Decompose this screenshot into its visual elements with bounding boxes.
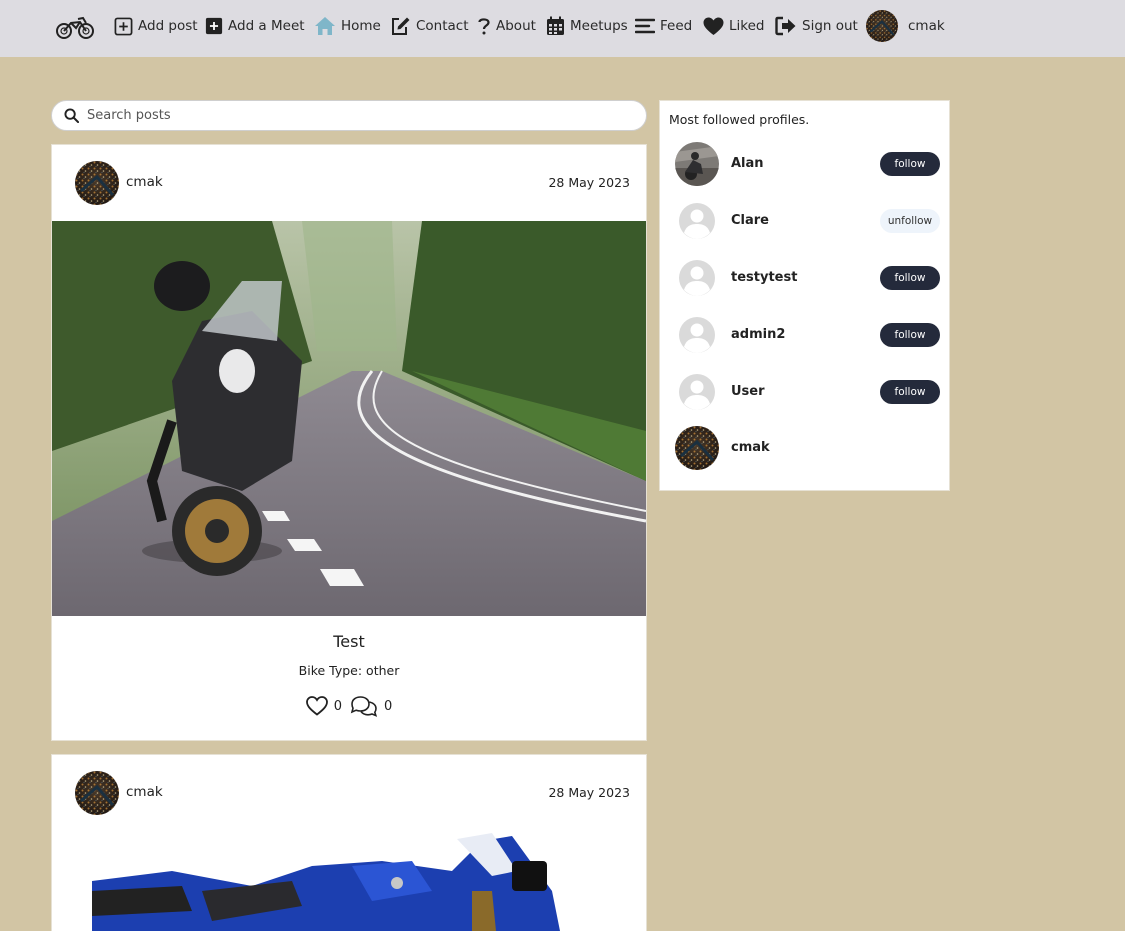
nav-home[interactable]: Home	[314, 0, 381, 52]
most-followed-sidebar: Most followed profiles. Alan follow Clar…	[659, 100, 950, 491]
nav-sign-out-label: Sign out	[802, 18, 858, 34]
profile-row: User follow	[660, 370, 949, 416]
post-author[interactable]: cmak	[126, 784, 163, 800]
post-title: Test	[333, 632, 365, 651]
profile-name[interactable]: Alan	[731, 156, 764, 171]
sidebar-title: Most followed profiles.	[669, 112, 810, 127]
navbar: Add post Add a Meet Home Contact About M…	[0, 0, 1125, 57]
plus-square-filled-icon	[205, 17, 223, 35]
search-icon	[64, 108, 79, 123]
profile-row: admin2 follow	[660, 313, 949, 359]
nav-contact-label: Contact	[416, 18, 469, 34]
comments-icon[interactable]	[350, 695, 378, 717]
follow-button[interactable]: follow	[880, 152, 940, 176]
home-icon	[315, 17, 335, 35]
nav-home-label: Home	[341, 18, 381, 34]
profile-row: Alan follow	[660, 142, 949, 188]
follow-button[interactable]: follow	[880, 323, 940, 347]
nav-add-post-label: Add post	[138, 18, 198, 34]
avatar[interactable]	[675, 426, 719, 470]
unfollow-button[interactable]: unfollow	[880, 209, 940, 233]
nav-contact[interactable]: Contact	[390, 0, 469, 52]
profile-row: Clare unfollow	[660, 199, 949, 245]
avatar[interactable]	[675, 370, 719, 414]
post-card: cmak 28 May 2023	[51, 144, 647, 741]
avatar[interactable]	[75, 771, 119, 815]
post-bike-type: Bike Type: other	[298, 663, 400, 678]
avatar	[866, 10, 898, 42]
feed-lines-icon	[635, 18, 655, 34]
post-header: cmak 28 May 2023	[52, 755, 646, 831]
post-card: cmak 28 May 2023	[51, 754, 647, 931]
search-input[interactable]	[87, 108, 646, 123]
avatar[interactable]	[675, 313, 719, 357]
follow-button[interactable]: follow	[880, 380, 940, 404]
profile-name[interactable]: testytest	[731, 270, 797, 285]
profile-name[interactable]: Clare	[731, 213, 769, 228]
nav-meetups-label: Meetups	[570, 18, 628, 34]
avatar[interactable]	[675, 142, 719, 186]
post-image[interactable]	[52, 221, 646, 616]
nav-add-meet-label: Add a Meet	[228, 18, 305, 34]
post-comments-count: 0	[384, 698, 393, 714]
heart-outline-icon[interactable]	[305, 696, 328, 716]
post-header: cmak 28 May 2023	[52, 145, 646, 221]
sign-out-icon	[775, 16, 796, 36]
nav-feed[interactable]: Feed	[635, 0, 692, 52]
question-mark-icon	[478, 18, 490, 35]
nav-feed-label: Feed	[660, 18, 693, 34]
avatar[interactable]	[675, 256, 719, 300]
nav-about-label: About	[496, 18, 536, 34]
profile-name[interactable]: admin2	[731, 327, 785, 342]
edit-icon	[392, 17, 410, 35]
calendar-icon	[547, 16, 564, 35]
nav-liked[interactable]: Liked	[703, 0, 764, 52]
post-date: 28 May 2023	[548, 175, 630, 190]
profile-name[interactable]: cmak	[731, 440, 770, 455]
nav-profile[interactable]: cmak	[866, 0, 945, 52]
post-author[interactable]: cmak	[126, 174, 163, 190]
plus-square-icon	[114, 17, 133, 35]
nav-username: cmak	[908, 18, 945, 34]
profile-name[interactable]: User	[731, 384, 765, 399]
post-date: 28 May 2023	[548, 785, 630, 800]
heart-filled-icon	[703, 17, 724, 35]
avatar[interactable]	[675, 199, 719, 243]
profile-row: testytest follow	[660, 256, 949, 302]
post-stats: 0 0	[52, 695, 646, 717]
nav-liked-label: Liked	[729, 18, 765, 34]
follow-button[interactable]: follow	[880, 266, 940, 290]
nav-meetups[interactable]: Meetups	[546, 0, 628, 52]
nav-about[interactable]: About	[477, 0, 536, 52]
post-likes-count: 0	[333, 698, 342, 714]
nav-add-post[interactable]: Add post	[114, 0, 198, 52]
motorbike-logo-icon[interactable]	[56, 14, 94, 40]
avatar[interactable]	[75, 161, 119, 205]
search-bar[interactable]	[51, 100, 647, 131]
nav-sign-out[interactable]: Sign out	[775, 0, 858, 52]
nav-add-meet[interactable]: Add a Meet	[205, 0, 305, 52]
profile-row: cmak	[660, 426, 949, 472]
post-image[interactable]	[52, 831, 646, 931]
